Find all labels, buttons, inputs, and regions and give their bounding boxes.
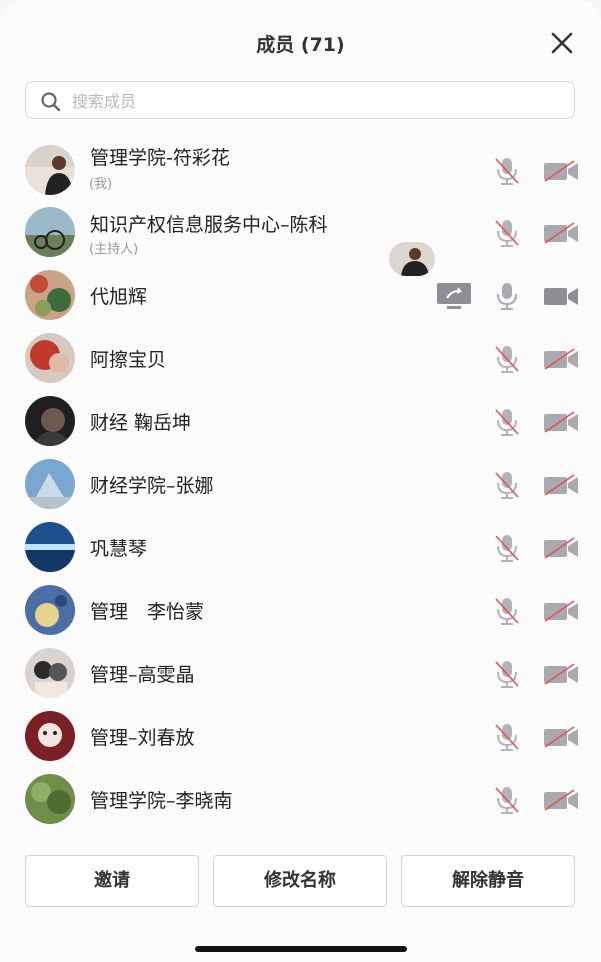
mic-muted-icon[interactable] — [493, 596, 521, 626]
mic-muted-icon[interactable] — [493, 470, 521, 500]
avatar — [25, 396, 75, 446]
home-indicator[interactable] — [195, 946, 407, 952]
camera-off-icon[interactable] — [543, 159, 579, 183]
mic-muted-icon[interactable] — [493, 218, 521, 248]
avatar — [25, 774, 75, 824]
member-row[interactable]: 管理学院-符彩花 (我) — [0, 139, 601, 201]
camera-off-icon[interactable] — [543, 347, 579, 371]
member-name: 知识产权信息服务中心–陈科 — [90, 214, 328, 236]
search-icon — [41, 92, 61, 112]
camera-off-icon[interactable] — [543, 410, 579, 434]
avatar — [25, 270, 75, 320]
avatar — [25, 585, 75, 635]
member-name: 管理–高雯晶 — [90, 664, 195, 686]
member-tag: (我) — [89, 177, 113, 192]
members-panel: 成员 (71) 管理学院-符彩花 (我) — [0, 0, 601, 962]
camera-off-icon[interactable] — [543, 473, 579, 497]
search-box[interactable] — [25, 81, 575, 119]
panel-title: 成员 (71) — [256, 34, 345, 56]
close-icon[interactable] — [547, 28, 577, 58]
member-row[interactable]: 管理–刘春放 — [0, 705, 601, 767]
member-tag: (主持人) — [89, 242, 139, 257]
member-row[interactable]: 巩慧琴 — [0, 516, 601, 578]
avatar — [25, 648, 75, 698]
avatar — [25, 711, 75, 761]
camera-off-icon[interactable] — [543, 788, 579, 812]
mic-muted-icon[interactable] — [493, 156, 521, 186]
member-row[interactable]: 管理–高雯晶 — [0, 642, 601, 704]
camera-off-icon[interactable] — [543, 221, 579, 245]
member-name: 管理学院-符彩花 — [90, 147, 230, 169]
mic-muted-icon[interactable] — [493, 659, 521, 689]
member-row[interactable]: 知识产权信息服务中心–陈科 (主持人) — [0, 201, 601, 263]
member-row[interactable]: 代旭辉 — [0, 264, 601, 326]
member-name: 管理 李怡蒙 — [90, 601, 205, 623]
avatar — [25, 522, 75, 572]
mic-muted-icon[interactable] — [493, 407, 521, 437]
member-row[interactable]: 管理学院–李晓南 — [0, 768, 601, 830]
camera-off-icon[interactable] — [543, 725, 579, 749]
invite-button[interactable]: 邀请 — [25, 855, 199, 907]
mic-muted-icon[interactable] — [493, 533, 521, 563]
member-row[interactable]: 阿擦宝贝 — [0, 327, 601, 389]
camera-off-icon[interactable] — [543, 662, 579, 686]
member-name: 管理学院–李晓南 — [90, 790, 233, 812]
unmute-button[interactable]: 解除静音 — [401, 855, 575, 907]
avatar — [25, 207, 75, 257]
rename-button[interactable]: 修改名称 — [213, 855, 387, 907]
member-name: 财经 鞠岳坤 — [90, 412, 192, 434]
avatar — [25, 333, 75, 383]
mic-muted-icon[interactable] — [493, 785, 521, 815]
camera-icon[interactable] — [543, 284, 579, 308]
member-name: 阿擦宝贝 — [90, 349, 167, 371]
member-row[interactable]: 财经学院–张娜 — [0, 453, 601, 515]
mic-icon[interactable] — [493, 281, 521, 311]
member-name: 财经学院–张娜 — [90, 475, 214, 497]
member-name: 代旭辉 — [90, 286, 148, 308]
panel-header: 成员 (71) — [0, 0, 601, 80]
member-name: 管理–刘春放 — [90, 727, 195, 749]
search-input[interactable] — [70, 87, 554, 115]
avatar — [25, 145, 75, 195]
mic-muted-icon[interactable] — [493, 722, 521, 752]
member-row[interactable]: 财经 鞠岳坤 — [0, 390, 601, 452]
screen-share-icon[interactable] — [436, 282, 472, 310]
member-row[interactable]: 管理 李怡蒙 — [0, 579, 601, 641]
avatar — [25, 459, 75, 509]
camera-off-icon[interactable] — [543, 536, 579, 560]
mic-muted-icon[interactable] — [493, 344, 521, 374]
member-name: 巩慧琴 — [90, 538, 148, 560]
camera-off-icon[interactable] — [543, 599, 579, 623]
